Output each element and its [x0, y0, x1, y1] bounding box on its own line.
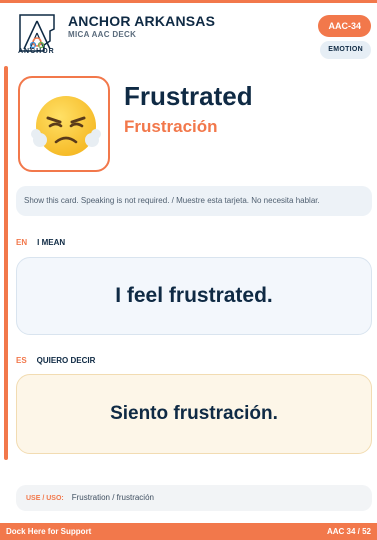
instruction-note: Show this card. Speaking is not required…	[16, 186, 372, 216]
spanish-phrase: Siento frustración.	[110, 403, 278, 424]
english-phrase-panel: I feel frustrated.	[16, 257, 372, 335]
logo-wordmark: ANCHOR	[18, 48, 55, 55]
spanish-phrase-panel: Siento frustración.	[16, 374, 372, 454]
brand-title: ANCHOR ARKANSAS	[68, 13, 216, 29]
spanish-section-heading: QUIERO DECIR	[36, 356, 96, 365]
frustrated-face-icon	[31, 96, 101, 156]
support-footer[interactable]: Dock Here for Support AAC 34 / 52	[0, 523, 377, 540]
side-accent-bar	[4, 66, 8, 460]
spanish-language-code: ES	[16, 356, 27, 365]
card-header: ANCHOR ANCHOR ARKANSAS MICA AAC DECK AAC…	[0, 3, 377, 63]
usage-row: USE / USO: Frustration / frustración	[16, 485, 372, 511]
english-language-code: EN	[16, 238, 28, 247]
card-title-english: Frustrated	[124, 81, 253, 111]
english-section-label: EN I MEAN	[16, 238, 65, 247]
spanish-section-label: ES QUIERO DECIR	[16, 356, 95, 365]
emoji-card	[18, 76, 110, 172]
brand-subtitle: MICA AAC DECK	[68, 30, 137, 39]
card-title-spanish: Frustración	[124, 117, 218, 136]
card-counter: AAC 34 / 52	[326, 527, 371, 536]
usage-label: USE / USO:	[26, 495, 64, 502]
usage-value: Frustration / frustración	[71, 493, 154, 502]
category-badge: EMOTION	[320, 41, 371, 59]
english-section-heading: I MEAN	[37, 238, 66, 247]
card-code-badge: AAC-34	[318, 15, 371, 37]
english-phrase: I feel frustrated.	[115, 284, 273, 307]
support-dock-text: Dock Here for Support	[6, 527, 92, 536]
